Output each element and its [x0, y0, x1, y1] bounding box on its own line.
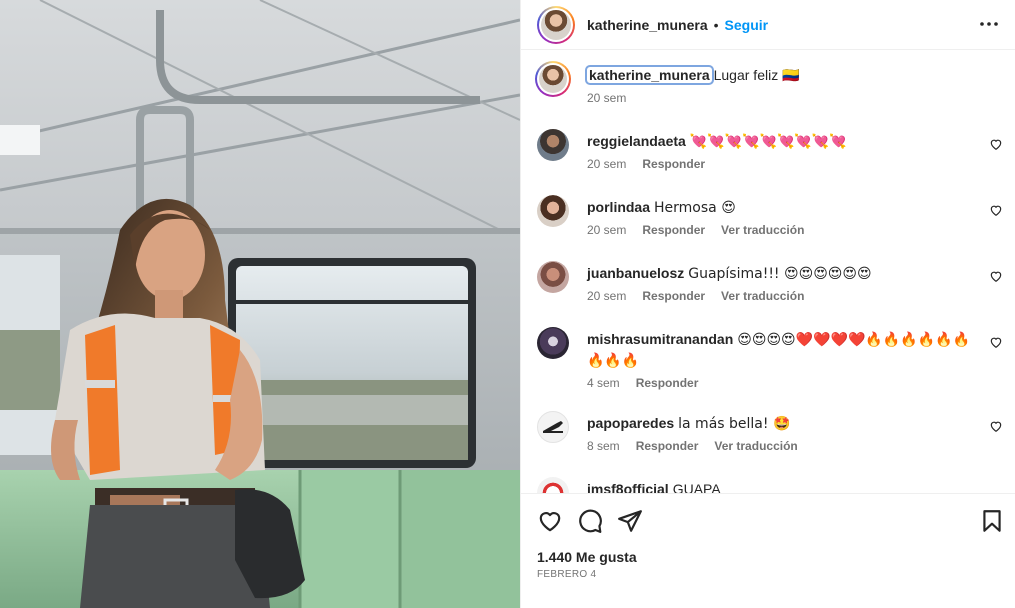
caption-avatar[interactable] [535, 61, 571, 97]
comment-time[interactable]: 8 sem [587, 439, 620, 453]
comment-text: Hermosa 😍 [654, 200, 736, 216]
author-username[interactable]: katherine_munera [587, 17, 708, 33]
comment-username[interactable]: reggielandaeta [587, 133, 686, 149]
comment-item: juanbanuelosz Guapísima!!! 😍😍😍😍😍😍 20 sem R… [537, 261, 1003, 311]
follow-button[interactable]: Seguir [725, 17, 769, 33]
post-photo[interactable] [0, 0, 520, 608]
post-date[interactable]: FEBRERO 4 [537, 569, 596, 580]
comment-time[interactable]: 20 sem [587, 223, 626, 237]
commenter-avatar[interactable] [537, 327, 569, 359]
post-header: katherine_munera • Seguir [521, 0, 1015, 50]
colombia-flag-emoji: 🇨🇴 [782, 68, 800, 84]
comment-icon[interactable] [577, 508, 603, 534]
comment-time[interactable]: 20 sem [587, 289, 626, 303]
caption-time[interactable]: 20 sem [587, 91, 626, 105]
commenter-avatar[interactable] [537, 477, 569, 493]
post-image [0, 0, 520, 608]
comment-username[interactable]: porlindaa [587, 199, 650, 215]
comment-username[interactable]: imsf8official [587, 481, 669, 493]
avatar-photo [541, 9, 571, 40]
comment-time[interactable]: 4 sem [587, 376, 620, 390]
reply-button[interactable]: Responder [642, 289, 705, 303]
comment-text: 💘💘💘💘💘💘💘💘💘 [689, 134, 847, 150]
like-comment-icon[interactable] [989, 419, 1003, 433]
commenter-avatar[interactable] [537, 195, 569, 227]
reply-button[interactable]: Responder [636, 376, 699, 390]
post-details-panel: katherine_munera • Seguir katherine_mune… [520, 0, 1015, 608]
commenter-avatar[interactable] [537, 129, 569, 161]
like-comment-icon[interactable] [989, 137, 1003, 151]
comment-item: porlindaa Hermosa 😍 20 sem Responder Ver tr… [537, 195, 1003, 245]
translate-button[interactable]: Ver traducción [714, 439, 797, 453]
like-comment-icon[interactable] [989, 203, 1003, 217]
post-caption: katherine_munera Lugar feliz 🇨🇴 20 sem [535, 61, 1003, 113]
comment-item: papoparedes la más bella! 🤩 8 sem Responde… [537, 411, 1003, 461]
caption-username[interactable]: katherine_munera [585, 65, 714, 85]
author-avatar[interactable] [537, 5, 575, 44]
comment-time[interactable]: 20 sem [587, 157, 626, 171]
reply-button[interactable]: Responder [642, 157, 705, 171]
comment-item: imsf8official GUAPA [537, 477, 1003, 493]
reply-button[interactable]: Responder [636, 439, 699, 453]
comment-text: GUAPA [672, 481, 721, 493]
avatar-inner [539, 7, 573, 42]
comment-username[interactable]: juanbanuelosz [587, 265, 684, 281]
comment-item: reggielandaeta 💘💘💘💘💘💘💘💘💘 20 sem Responder [537, 129, 1003, 179]
like-comment-icon[interactable] [989, 269, 1003, 283]
comment-username[interactable]: papoparedes [587, 415, 674, 431]
likes-count[interactable]: 1.440 Me gusta [537, 549, 637, 565]
translate-button[interactable]: Ver traducción [721, 289, 804, 303]
comment-text: la más bella! 🤩 [678, 416, 791, 432]
reply-button[interactable]: Responder [642, 223, 705, 237]
post-actions: 1.440 Me gusta FEBRERO 4 [521, 493, 1015, 608]
caption-text: Lugar feliz [713, 67, 779, 83]
bookmark-icon[interactable] [979, 508, 1005, 534]
commenter-avatar[interactable] [537, 261, 569, 293]
commenter-avatar[interactable] [537, 411, 569, 443]
comment-username[interactable]: mishrasumitranandan [587, 331, 733, 347]
share-icon[interactable] [617, 508, 643, 534]
comments-list[interactable]: katherine_munera Lugar feliz 🇨🇴 20 sem re… [521, 51, 1015, 493]
separator-dot: • [713, 16, 719, 33]
more-options-icon[interactable] [977, 12, 1001, 36]
like-comment-icon[interactable] [989, 335, 1003, 349]
comment-text: Guapísima!!! 😍😍😍😍😍😍 [688, 266, 872, 282]
heart-icon[interactable] [537, 508, 563, 534]
translate-button[interactable]: Ver traducción [721, 223, 804, 237]
comment-item: mishrasumitranandan 😍😍😍😍❤️❤️❤️❤️🔥🔥🔥🔥🔥🔥🔥🔥🔥… [537, 327, 1003, 390]
